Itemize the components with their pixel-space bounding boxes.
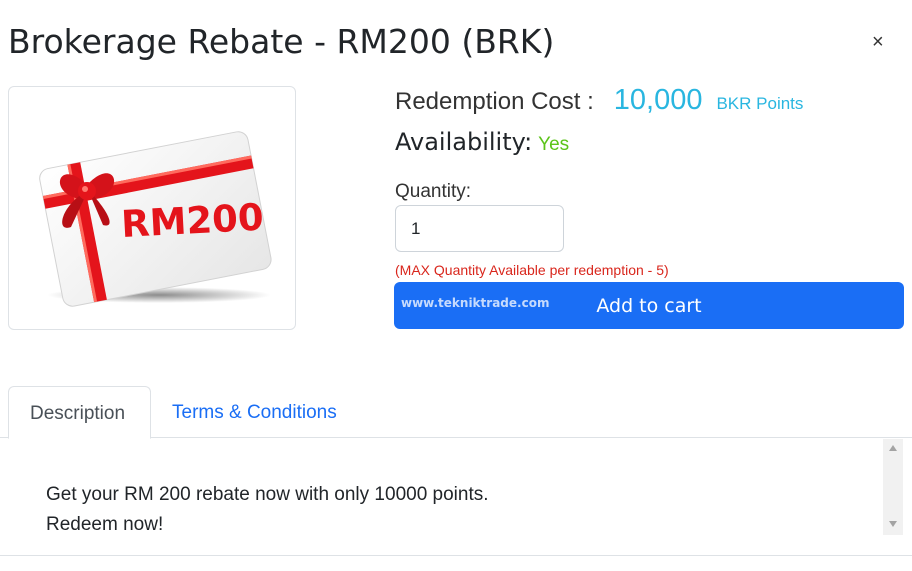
card-amount-text: RM200 <box>120 196 265 246</box>
redemption-cost: Redemption Cost : 10,000 BKR Points <box>395 84 803 117</box>
scroll-up-arrow-icon[interactable] <box>889 445 897 451</box>
description-scrollbar[interactable] <box>883 439 903 535</box>
add-to-cart-label: Add to cart <box>596 295 702 317</box>
redemption-cost-label: Redemption Cost : <box>395 88 594 115</box>
product-tabs: Description Terms & Conditions <box>0 386 912 439</box>
divider <box>0 555 912 556</box>
close-icon[interactable]: × <box>872 30 884 54</box>
availability-label: Availability: <box>395 128 533 156</box>
redemption-cost-value: 10,000 <box>613 84 703 116</box>
tab-terms-conditions[interactable]: Terms & Conditions <box>151 386 358 438</box>
redemption-cost-unit: BKR Points <box>716 94 804 113</box>
description-line: Get your RM 200 rebate now with only 100… <box>46 484 489 505</box>
quantity-input[interactable] <box>395 205 564 252</box>
description-line: Redeem now! <box>46 514 164 535</box>
scroll-down-arrow-icon[interactable] <box>889 521 897 527</box>
gift-card-illustration: RM200 <box>39 131 272 307</box>
description-content: Get your RM 200 rebate now with only 100… <box>46 480 489 540</box>
add-to-cart-button[interactable]: www.tekniktrade.com Add to cart <box>394 282 904 329</box>
availability: Availability: Yes <box>395 128 569 156</box>
quantity-label: Quantity: <box>395 181 472 202</box>
modal-title: Brokerage Rebate - RM200 (BRK) <box>8 22 555 61</box>
max-quantity-note: (MAX Quantity Available per redemption -… <box>395 262 669 278</box>
product-image: RM200 <box>8 86 296 330</box>
tab-description[interactable]: Description <box>8 386 151 439</box>
availability-value: Yes <box>538 134 570 155</box>
